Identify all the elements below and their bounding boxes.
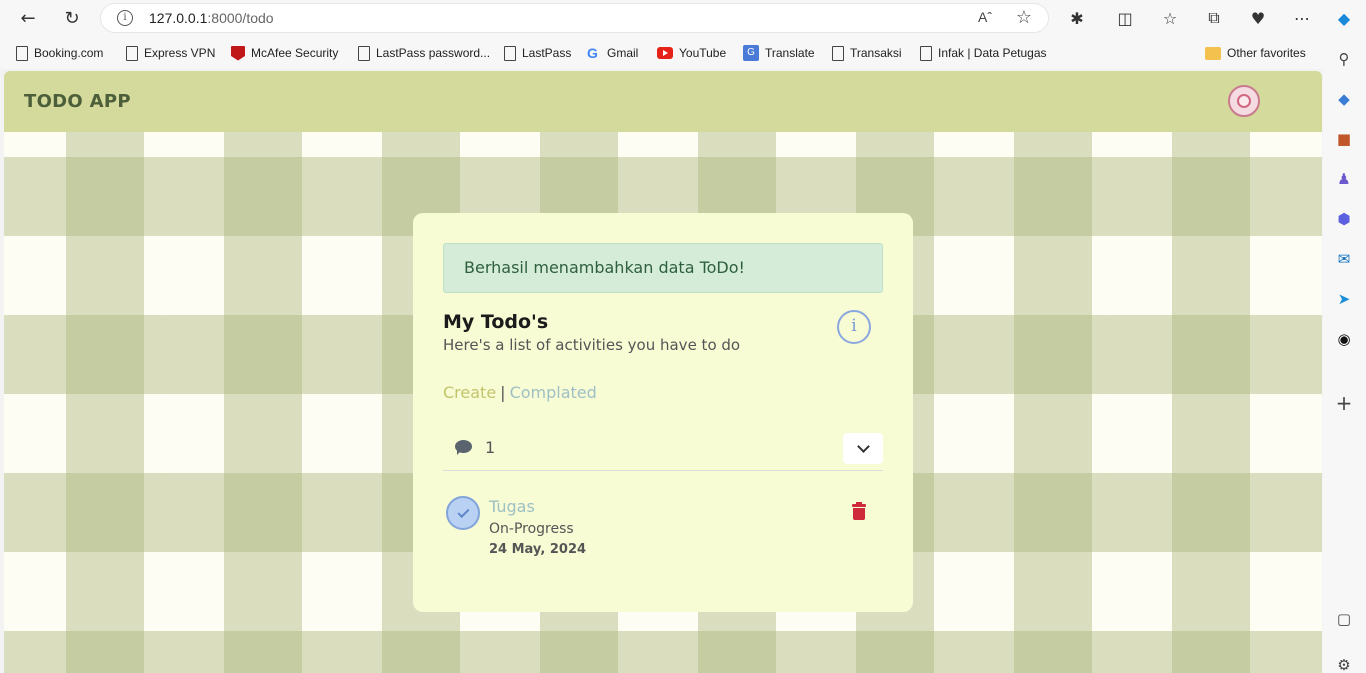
complete-checkbox[interactable]	[446, 496, 480, 530]
card-subtitle: Here's a list of activities you have to …	[443, 336, 741, 354]
favorites-icon[interactable]: ☆	[1155, 4, 1185, 32]
bookmark-label: Gmail	[607, 46, 639, 60]
bookmark-label: Transaksi	[850, 46, 902, 60]
todo-item-date: 24 May, 2024	[489, 542, 587, 557]
page-icon	[16, 45, 28, 61]
avatar-user-icon	[1237, 94, 1251, 108]
success-alert: Berhasil menambahkan data ToDo!	[443, 243, 883, 293]
bookmark-label: Infak | Data Petugas	[938, 46, 1047, 60]
info-icon[interactable]: i	[837, 310, 871, 344]
trash-icon[interactable]	[852, 502, 866, 520]
bookmark-label: LastPass	[522, 46, 572, 60]
office-icon[interactable]: ⬢	[1334, 209, 1354, 229]
page-icon	[126, 45, 138, 61]
page-viewport: TODO APP Berhasil menambahkan data ToDo!…	[4, 71, 1322, 673]
app-header: TODO APP	[4, 71, 1322, 132]
search-icon[interactable]: ⚲	[1334, 49, 1354, 69]
refresh-icon[interactable]: ↻	[57, 4, 87, 32]
url-host: 127.0.0.1	[149, 10, 208, 26]
outlook-icon[interactable]: ✉	[1334, 249, 1354, 269]
page-icon	[920, 45, 932, 61]
todo-nav: Create | Complated	[443, 383, 597, 402]
browser-sidebar: ⚲ ◆ ■ ♟ ⬢ ✉ ➤ ◉ + ▢ ⚙	[1323, 37, 1366, 673]
translate-icon: G	[743, 45, 759, 61]
extensions-icon[interactable]: ✱	[1062, 4, 1092, 32]
bookmark-label: LastPass password...	[376, 46, 491, 60]
todo-item: Tugas On-Progress 24 May, 2024	[443, 493, 883, 563]
completed-link[interactable]: Complated	[510, 383, 597, 402]
bookmark-express-vpn[interactable]: Express VPN	[126, 43, 215, 63]
bookmark-lastpass-password[interactable]: LastPass password...	[358, 43, 490, 63]
trash-lid	[852, 502, 866, 507]
site-info-icon[interactable]: i	[117, 10, 133, 26]
youtube-icon	[657, 47, 673, 59]
collections-icon[interactable]: ⧉	[1199, 4, 1229, 32]
bookmark-label: YouTube	[679, 46, 727, 60]
create-link[interactable]: Create	[443, 383, 496, 402]
split-screen-icon[interactable]: ◫	[1110, 4, 1140, 32]
app-brand[interactable]: TODO APP	[24, 91, 131, 112]
page-icon	[504, 45, 516, 61]
todo-card: Berhasil menambahkan data ToDo! My Todo'…	[413, 213, 913, 612]
google-icon: G	[587, 45, 598, 61]
mcafee-icon	[231, 45, 245, 61]
copilot-icon[interactable]: ◆	[1329, 4, 1359, 32]
todo-count-row: 1	[443, 431, 883, 471]
comment-icon	[455, 440, 472, 455]
screenshot-icon[interactable]: ▢	[1334, 609, 1354, 629]
more-menu-icon[interactable]: ⋯	[1287, 4, 1317, 32]
bookmark-transaksi[interactable]: Transaksi	[832, 43, 902, 63]
bookmark-label: Express VPN	[144, 46, 216, 60]
browser-essentials-icon[interactable]: ♥	[1243, 4, 1273, 32]
bookmark-lastpass[interactable]: LastPass	[504, 43, 571, 63]
tools-icon[interactable]: ■	[1334, 129, 1354, 149]
page-icon	[832, 45, 844, 61]
bookmark-booking[interactable]: Booking.com	[16, 43, 103, 63]
add-icon[interactable]: +	[1334, 391, 1354, 415]
bookmark-label: Other favorites	[1227, 46, 1306, 60]
favorite-star-icon[interactable]: ☆	[1016, 7, 1032, 28]
todo-item-status: On-Progress	[489, 521, 574, 537]
send-icon[interactable]: ➤	[1334, 289, 1354, 309]
folder-icon	[1205, 46, 1221, 60]
page-icon	[358, 45, 370, 61]
nav-separator: |	[500, 383, 506, 402]
bookmark-mcafee[interactable]: McAfee Security	[231, 43, 338, 63]
bookmark-label: Translate	[765, 46, 815, 60]
todo-count: 1	[485, 438, 496, 457]
github-icon[interactable]: ◉	[1334, 329, 1354, 349]
checkmark-icon	[456, 505, 470, 518]
bookmark-label: Booking.com	[34, 46, 104, 60]
bookmark-gmail[interactable]: G Gmail	[587, 43, 638, 63]
url-path: :8000/todo	[207, 10, 274, 26]
games-icon[interactable]: ♟	[1334, 169, 1354, 189]
bookmark-label: McAfee Security	[251, 46, 339, 60]
bookmark-translate[interactable]: G Translate	[743, 43, 815, 63]
back-arrow-icon[interactable]: ←	[13, 4, 43, 32]
bookmarks-bar: Booking.com Express VPN McAfee Security …	[0, 37, 1366, 69]
chevron-down-icon	[856, 440, 870, 453]
card-title: My Todo's	[443, 311, 549, 333]
read-aloud-icon[interactable]: Aˆ	[978, 9, 992, 25]
browser-toolbar: ← ↻ i 127.0.0.1:8000/todo Aˆ ☆ ✱ ◫ ☆ ⧉ ♥…	[0, 0, 1366, 37]
bookmark-youtube[interactable]: YouTube	[657, 43, 726, 63]
address-bar[interactable]: i 127.0.0.1:8000/todo Aˆ ☆	[100, 3, 1049, 33]
todo-item-title[interactable]: Tugas	[489, 497, 535, 516]
bookmark-infak[interactable]: Infak | Data Petugas	[920, 43, 1047, 63]
other-favorites[interactable]: Other favorites	[1205, 43, 1306, 63]
shopping-tag-icon[interactable]: ◆	[1334, 89, 1354, 109]
url-text: 127.0.0.1:8000/todo	[149, 10, 274, 26]
trash-body	[853, 508, 865, 520]
collapse-toggle-button[interactable]	[843, 433, 883, 464]
settings-gear-icon[interactable]: ⚙	[1334, 655, 1354, 673]
user-avatar[interactable]	[1228, 85, 1260, 117]
